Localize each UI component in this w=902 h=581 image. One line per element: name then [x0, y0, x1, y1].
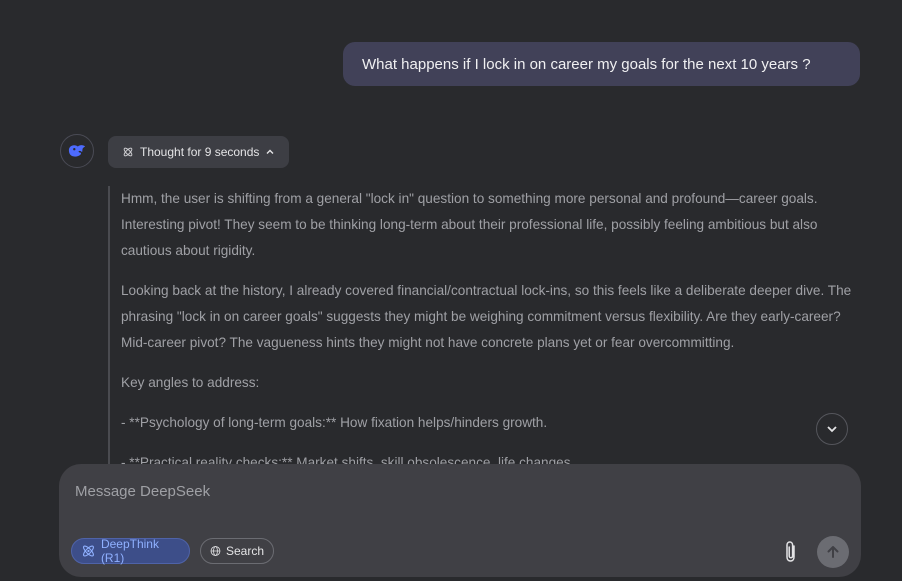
search-toggle[interactable]: Search — [200, 538, 274, 564]
thinking-paragraph: - **Psychology of long-term goals:** How… — [121, 415, 548, 430]
whale-logo-icon — [68, 145, 86, 157]
scroll-to-bottom-button[interactable] — [816, 413, 848, 445]
search-label: Search — [225, 544, 264, 558]
thinking-paragraph: Looking back at the history, I already c… — [121, 283, 852, 350]
deepthink-toggle[interactable]: DeepThink (R1) — [71, 537, 190, 565]
atom-icon — [123, 147, 133, 157]
attach-button[interactable] — [777, 538, 805, 566]
deepthink-label: DeepThink (R1) — [100, 537, 159, 565]
chevron-up-icon — [266, 149, 274, 154]
thinking-content: Hmm, the user is shifting from a general… — [108, 186, 858, 466]
thought-toggle-button[interactable]: Thought for 9 seconds — [108, 136, 289, 168]
deepseek-avatar — [60, 134, 94, 168]
message-composer: DeepThink (R1) Search — [59, 464, 861, 577]
thought-label: Thought for 9 seconds — [140, 145, 260, 159]
user-message-bubble: What happens if I lock in on career my g… — [343, 42, 860, 86]
thinking-paragraph: Key angles to address: — [121, 375, 260, 390]
chevron-down-icon — [827, 426, 837, 433]
user-message-text: What happens if I lock in on career my g… — [362, 55, 811, 73]
atom-icon — [82, 545, 94, 557]
thinking-paragraph: Hmm, the user is shifting from a general… — [121, 191, 818, 258]
send-button[interactable] — [817, 536, 849, 568]
globe-icon — [210, 546, 221, 556]
arrow-up-icon — [827, 546, 839, 558]
message-input[interactable] — [73, 478, 777, 504]
paperclip-icon — [786, 541, 795, 562]
